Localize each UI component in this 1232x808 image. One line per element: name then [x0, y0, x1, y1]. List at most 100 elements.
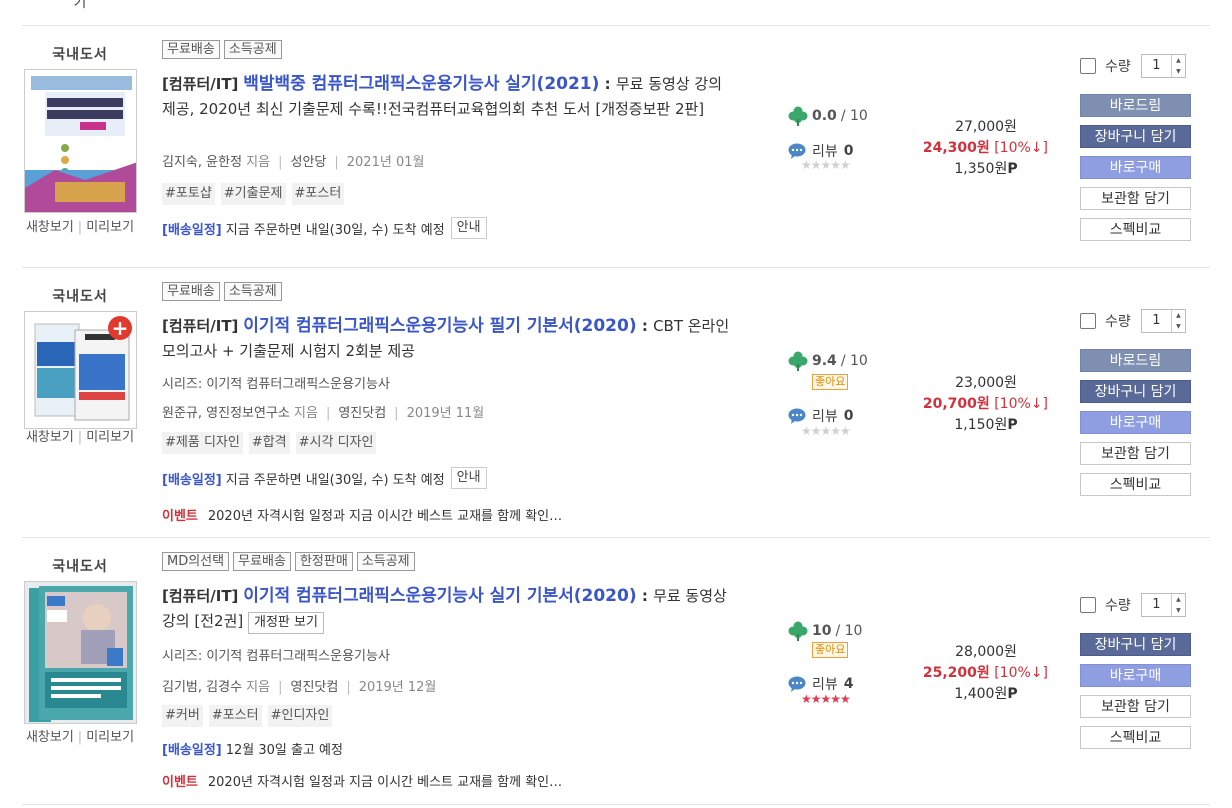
book-title-link[interactable]: 이기적 컴퓨터그래픽스운용기능사 실기 기본서(2020): [243, 586, 636, 606]
badge-tax-deduction: 소득공제: [223, 40, 282, 59]
tag[interactable]: #포스터: [208, 705, 262, 727]
quantity-input[interactable]: 1: [1142, 310, 1171, 332]
decrement-icon[interactable]: ▼: [1172, 605, 1185, 616]
series-link[interactable]: 시리즈: 이기적 컴퓨터그래픽스운용기능사: [162, 377, 390, 392]
points-unit: P: [1007, 417, 1018, 433]
quantity-input[interactable]: 1: [1142, 55, 1171, 77]
title-colon: :: [636, 317, 654, 335]
price-block: 28,000원 25,200원 [10%↓] 1,400원P: [900, 642, 1048, 705]
review-count[interactable]: 리뷰 4: [788, 674, 854, 694]
shipping-guide-button[interactable]: 안내: [450, 217, 487, 239]
sale-price: 20,700원: [922, 396, 990, 412]
preview-link[interactable]: 미리보기: [86, 430, 134, 445]
series-info: 시리즈: 이기적 컴퓨터그래픽스운용기능사: [162, 373, 390, 392]
rating-score: 0.0: [812, 108, 837, 124]
shipping-guide-button[interactable]: 안내: [450, 467, 487, 489]
shipping-info: [배송일정] 지금 주문하면 내일(30일, 수) 도착 예정 안내: [162, 467, 487, 489]
author-suffix: 지음: [246, 680, 271, 695]
book-cover-image[interactable]: [24, 69, 137, 213]
book-title-block: [컴퓨터/IT] 이기적 컴퓨터그래픽스운용기능사 필기 기본서(2020) :…: [162, 314, 737, 364]
pickup-button[interactable]: 바로드림: [1080, 94, 1191, 117]
review-count[interactable]: 리뷰 0: [788, 406, 854, 426]
authors[interactable]: 원준규, 영진정보연구소: [162, 406, 290, 421]
separator: |: [77, 430, 83, 445]
action-buttons: 바로드림 장바구니 담기 바로구매 보관함 담기 스펙비교: [1080, 94, 1191, 241]
publisher[interactable]: 성안당: [290, 155, 326, 170]
tag[interactable]: #커버: [162, 705, 203, 727]
add-to-wishlist-button[interactable]: 보관함 담기: [1080, 695, 1191, 718]
select-checkbox[interactable]: [1080, 313, 1096, 329]
shipping-label: [배송일정]: [162, 743, 222, 758]
select-checkbox[interactable]: [1080, 58, 1096, 74]
compare-specs-button[interactable]: 스펙비교: [1080, 218, 1191, 241]
stepper-arrows[interactable]: ▲ ▼: [1171, 310, 1185, 332]
points-unit: P: [1007, 686, 1018, 702]
preview-link[interactable]: 미리보기: [86, 730, 134, 745]
tag[interactable]: #기출문제: [220, 183, 286, 205]
event-info[interactable]: 이벤트 2020년 자격시험 일정과 지금 이시간 베스트 교재를 함께 확인…: [162, 771, 562, 790]
buy-now-button[interactable]: 바로구매: [1080, 156, 1191, 179]
event-info[interactable]: 이벤트 2020년 자격시험 일정과 지금 이시간 베스트 교재를 함께 확인…: [162, 505, 562, 524]
quantity-input[interactable]: 1: [1142, 594, 1171, 616]
publisher[interactable]: 영진닷컴: [338, 406, 386, 421]
authors[interactable]: 김지숙, 윤한정: [162, 155, 242, 170]
increment-icon[interactable]: ▲: [1172, 55, 1185, 66]
pub-date: 2019년 11월: [406, 406, 485, 421]
add-to-cart-button[interactable]: 장바구니 담기: [1080, 633, 1191, 656]
shipping-text: 지금 주문하면 내일(30일, 수) 도착 예정: [225, 222, 445, 238]
add-to-wishlist-button[interactable]: 보관함 담기: [1080, 187, 1191, 210]
select-checkbox[interactable]: [1080, 597, 1096, 613]
book-title-link[interactable]: 백발백중 컴퓨터그래픽스운용기능사 실기(2021): [243, 74, 599, 94]
speech-bubble-icon: [788, 408, 806, 424]
shipping-label: [배송일정]: [162, 222, 222, 238]
quantity-stepper[interactable]: 1 ▲ ▼: [1140, 54, 1186, 78]
book-cover-image[interactable]: +: [24, 311, 137, 429]
points: 1,400원: [954, 686, 1008, 702]
tag[interactable]: #시각 디자인: [295, 432, 377, 454]
quantity-stepper[interactable]: 1 ▲ ▼: [1140, 309, 1186, 333]
tag[interactable]: #합격: [248, 432, 290, 454]
review-number: 0: [843, 143, 854, 159]
tag[interactable]: #인디자인: [267, 705, 333, 727]
add-to-wishlist-button[interactable]: 보관함 담기: [1080, 442, 1191, 465]
new-window-link[interactable]: 새창보기: [26, 730, 74, 745]
increment-icon[interactable]: ▲: [1172, 594, 1185, 605]
new-window-link[interactable]: 새창보기: [26, 430, 74, 445]
series-link[interactable]: 시리즈: 이기적 컴퓨터그래픽스운용기능사: [162, 649, 390, 664]
pickup-button[interactable]: 바로드림: [1080, 349, 1191, 372]
add-to-cart-button[interactable]: 장바구니 담기: [1080, 125, 1191, 148]
quantity-stepper[interactable]: 1 ▲ ▼: [1140, 593, 1186, 617]
cover-art: [25, 70, 136, 212]
compare-specs-button[interactable]: 스펙비교: [1080, 473, 1191, 496]
pub-date: 2019년 12월: [358, 680, 437, 695]
decrement-icon[interactable]: ▼: [1172, 321, 1185, 332]
new-window-link[interactable]: 새창보기: [26, 220, 74, 235]
compare-specs-button[interactable]: 스펙비교: [1080, 726, 1191, 749]
authors[interactable]: 김기범, 김경수: [162, 680, 242, 695]
points: 1,150원: [954, 417, 1008, 433]
decrement-icon[interactable]: ▼: [1172, 66, 1185, 77]
increment-icon[interactable]: ▲: [1172, 310, 1185, 321]
badge-list: MD의선택 무료배송 한정판매 소득공제: [162, 552, 415, 571]
buy-now-button[interactable]: 바로구매: [1080, 411, 1191, 434]
stepper-arrows[interactable]: ▲ ▼: [1171, 594, 1185, 616]
author-suffix: 지음: [246, 155, 271, 170]
book-cover-image[interactable]: [24, 581, 137, 724]
badge-free-shipping: 무료배송: [162, 40, 220, 59]
buy-now-button[interactable]: 바로구매: [1080, 664, 1191, 687]
tag[interactable]: #제품 디자인: [162, 432, 243, 454]
plus-icon: +: [108, 316, 132, 340]
book-title-link[interactable]: 이기적 컴퓨터그래픽스운용기능사 필기 기본서(2020): [243, 316, 636, 336]
discount-rate: [10%↓]: [994, 665, 1048, 681]
view-links: 새창보기 | 미리보기: [22, 729, 138, 746]
tag[interactable]: #포스터: [291, 183, 345, 205]
preview-link[interactable]: 미리보기: [86, 220, 134, 235]
add-to-cart-button[interactable]: 장바구니 담기: [1080, 380, 1191, 403]
shipping-label: [배송일정]: [162, 472, 222, 488]
discount-rate: [10%↓]: [994, 396, 1048, 412]
publisher[interactable]: 영진닷컴: [290, 680, 338, 695]
tag[interactable]: #포토샵: [162, 183, 215, 205]
revision-view-button[interactable]: 개정판 보기: [248, 612, 324, 634]
stepper-arrows[interactable]: ▲ ▼: [1171, 55, 1185, 77]
title-colon: :: [599, 75, 616, 93]
